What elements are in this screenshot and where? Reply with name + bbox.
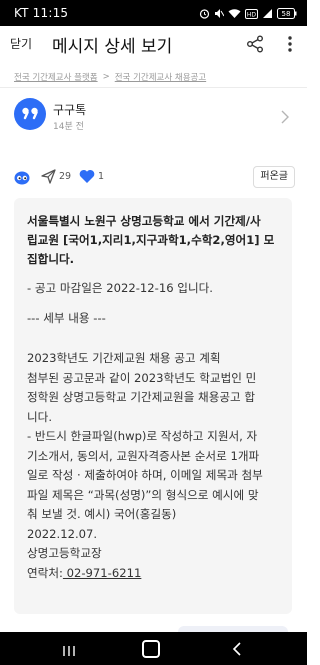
post-body-line: 2023학년도 기간제교원 채용 공고 계획 bbox=[27, 351, 221, 365]
send-icon[interactable] bbox=[41, 169, 56, 184]
svg-text:58: 58 bbox=[282, 10, 291, 18]
eyes-icon[interactable] bbox=[14, 170, 30, 185]
post-time: 14분 전 bbox=[53, 122, 84, 132]
battery-icon: 58 bbox=[277, 4, 297, 23]
back-icon[interactable] bbox=[232, 641, 242, 656]
chevron-right-icon bbox=[281, 109, 289, 124]
signal-icon bbox=[262, 4, 273, 23]
wifi-icon bbox=[228, 4, 241, 23]
avatar bbox=[14, 98, 46, 130]
breadcrumb-platform[interactable]: 전국 기간제교사 플랫폼 bbox=[14, 71, 98, 83]
post-body-line: 상명고등학교장 bbox=[27, 546, 102, 560]
action-row: 29 1 퍼온글 bbox=[0, 166, 307, 188]
post-body-line: 2022.12.07. bbox=[27, 526, 98, 541]
heart-icon[interactable] bbox=[79, 169, 95, 184]
recent-apps-icon[interactable] bbox=[62, 642, 76, 656]
app-header: 닫기 메시지 상세 보기 bbox=[0, 26, 307, 64]
post-body-line: 기소개서, 동의서, 교원자격증사본 순서로 1개파 bbox=[27, 448, 260, 463]
post-body-line: 파일 제목은 “과목(성명)”의 형식으로 예시에 맞 bbox=[27, 487, 259, 502]
status-bar: KT 11:15 HD 58 bbox=[0, 0, 307, 26]
contact-line: 연락처: 02-971-6211 bbox=[27, 564, 280, 584]
post-deadline: - 공고 마감일은 2022-12-16 입니다. bbox=[27, 281, 213, 295]
more-options-icon[interactable] bbox=[285, 34, 295, 54]
contact-phone-link[interactable]: 02-971-6211 bbox=[63, 566, 142, 580]
send-count: 29 bbox=[59, 171, 72, 182]
repost-button[interactable]: 퍼온글 bbox=[253, 166, 295, 188]
author-name: 구구톡 bbox=[53, 103, 87, 117]
svg-text:HD: HD bbox=[247, 11, 257, 18]
system-nav-bar bbox=[0, 632, 307, 665]
share-icon[interactable] bbox=[245, 34, 265, 54]
status-icons: HD 58 bbox=[199, 6, 297, 20]
post-body-line: 정학원 상명고등학교 기간제교원을 채용공고 합 bbox=[27, 390, 256, 404]
post-title-line: 서울특별시 노원구 상명고등학교 에서 기간제/사 bbox=[27, 214, 261, 228]
hd-icon: HD bbox=[245, 4, 258, 23]
post-body-line: 일로 작성 · 제출하여야 하며, 이메일 제목과 첨부 bbox=[27, 468, 263, 482]
close-button[interactable]: 닫기 bbox=[10, 35, 32, 52]
home-icon[interactable] bbox=[142, 640, 160, 658]
detail-heading: --- 세부 내용 --- bbox=[27, 310, 106, 325]
post-title-line: 립교원 [국어1,지리1,지구과학1,수학2,영어1] 모 bbox=[27, 233, 275, 247]
page-title: 메시지 상세 보기 bbox=[52, 37, 173, 57]
post-body-line: - 반드시 한글파일(hwp)로 작성하고 지원서, 자 bbox=[27, 429, 258, 443]
post-card: 서울특별시 노원구 상명고등학교 에서 기간제/사 립교원 [국어1,지리1,지… bbox=[14, 198, 292, 614]
mute-icon bbox=[214, 4, 225, 23]
speech-bubble-icon bbox=[22, 107, 38, 120]
author-row[interactable]: 구구톡 14분 전 bbox=[0, 96, 307, 142]
breadcrumb: 전국 기간제교사 플랫폼 > 전국 기간제교사 채용공고 bbox=[0, 66, 307, 88]
post-body-line: 춰 보낼 것. 예시) 국어(홍길동) bbox=[27, 507, 177, 521]
post-body-line: 첨부된 공고문과 같이 2023학년도 학교법인 민 bbox=[27, 370, 257, 385]
heart-count: 1 bbox=[98, 171, 105, 182]
breadcrumb-separator: > bbox=[102, 71, 110, 82]
alarm-icon bbox=[199, 4, 210, 23]
breadcrumb-recruitment[interactable]: 전국 기간제교사 채용공고 bbox=[115, 71, 206, 83]
carrier-time: KT 11:15 bbox=[14, 6, 69, 20]
post-title-line: 집합니다. bbox=[27, 252, 75, 266]
post-body-line: 니다. bbox=[27, 409, 53, 424]
contact-label: 연락처: bbox=[27, 565, 63, 580]
